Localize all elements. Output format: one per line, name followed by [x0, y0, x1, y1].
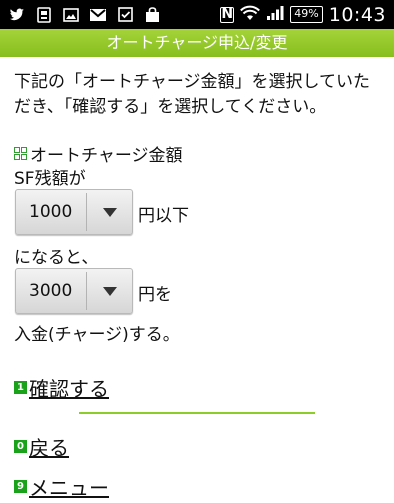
confirm-link-row[interactable]: 1 確認する: [14, 373, 109, 402]
system-icons: N 49% 10:43: [220, 4, 394, 26]
number-9-icon: 9: [14, 480, 27, 493]
condition-text: になると、: [14, 248, 99, 268]
amount-value: 3000: [29, 281, 73, 301]
deposit-text: 入金(チャージ)する。: [14, 325, 180, 345]
threshold-suffix: 円以下: [138, 206, 189, 226]
sim-icon: [35, 6, 53, 23]
chevron-down-icon: [87, 207, 132, 217]
menu-link-row[interactable]: 9 メニュー: [14, 472, 109, 501]
twitter-icon: [8, 7, 26, 23]
number-1-icon: 1: [14, 381, 27, 394]
amount-suffix: 円を: [138, 285, 172, 305]
grid-icon: [14, 147, 27, 160]
threshold-value: 1000: [29, 202, 73, 222]
gmail-icon: [89, 7, 107, 23]
wifi-icon: [240, 5, 261, 25]
signal-icon: [266, 5, 284, 25]
battery-indicator: 49%: [290, 6, 323, 23]
status-bar: N 49% 10:43: [0, 0, 394, 29]
nfc-icon: N: [220, 5, 235, 23]
page-title-bar: オートチャージ申込/変更: [0, 29, 394, 57]
intro-block: 下記の「オートチャージ金額」を選択していただき、「確認する」を選択してください。: [14, 70, 384, 120]
checkbox-icon: [116, 7, 134, 23]
threshold-select[interactable]: 1000: [15, 189, 133, 235]
divider: [79, 412, 315, 414]
number-0-icon: 0: [14, 440, 27, 453]
bag-icon: [143, 6, 161, 23]
image-icon: [62, 7, 80, 23]
notification-icons: [0, 6, 161, 23]
page-title: オートチャージ申込/変更: [106, 33, 288, 52]
confirm-link[interactable]: 確認する: [29, 373, 109, 402]
chevron-down-icon: [87, 286, 132, 296]
back-link-row[interactable]: 0 戻る: [14, 432, 69, 461]
clock: 10:43: [328, 3, 386, 26]
section-heading: オートチャージ金額: [14, 141, 183, 166]
amount-select[interactable]: 3000: [15, 268, 133, 314]
sf-balance-label: SF残額が: [14, 169, 86, 189]
intro-text: 下記の「オートチャージ金額」を選択していただき、「確認する」を選択してください。: [14, 72, 370, 117]
back-link[interactable]: 戻る: [29, 432, 69, 461]
section-title: オートチャージ金額: [30, 146, 183, 166]
menu-link[interactable]: メニュー: [29, 472, 109, 501]
